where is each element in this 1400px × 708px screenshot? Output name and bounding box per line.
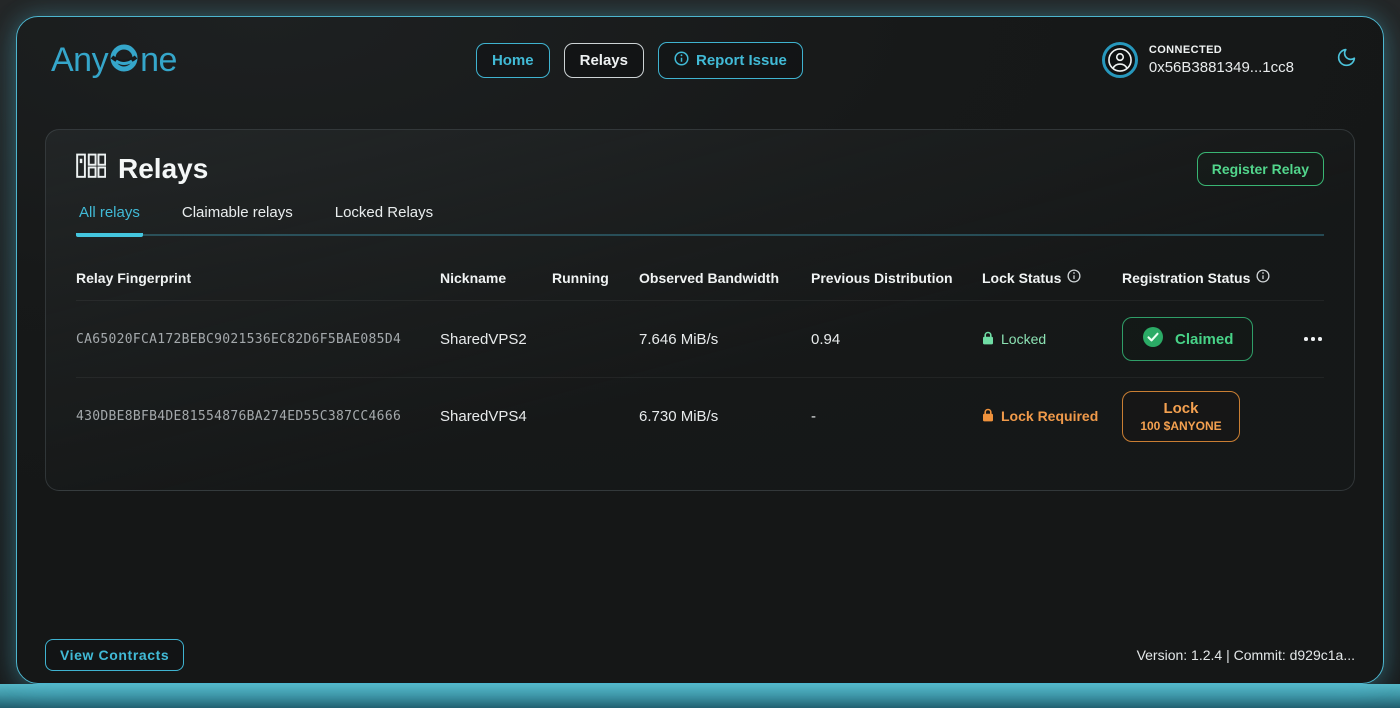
lock-status: Locked — [982, 331, 1122, 348]
window-footer: View Contracts Version: 1.2.4 | Commit: … — [45, 639, 1355, 671]
check-circle-icon — [1142, 326, 1164, 352]
relay-grid-icon — [76, 153, 106, 186]
info-circle-icon — [674, 51, 689, 70]
relay-nickname: SharedVPS2 — [440, 331, 552, 348]
claimed-button[interactable]: Claimed — [1122, 317, 1253, 361]
claimed-label: Claimed — [1175, 331, 1233, 348]
registration-status-cell: Lock 100 $ANYONE — [1122, 391, 1302, 442]
nav-report-issue-label: Report Issue — [696, 52, 787, 69]
wallet-connection[interactable]: CONNECTED 0x56B3881349...1cc8 — [1102, 42, 1294, 78]
lock-button-label: Lock — [1163, 400, 1198, 417]
table-row: 430DBE8BFB4DE81554876BA274ED55C387CC4666… — [76, 377, 1324, 454]
info-circle-icon[interactable] — [1067, 269, 1081, 286]
col-header-running: Running — [552, 270, 639, 286]
view-contracts-button[interactable]: View Contracts — [45, 639, 184, 671]
table-row: CA65020FCA172BEBC9021536EC82D6F5BAE085D4… — [76, 300, 1324, 377]
tab-locked-relays[interactable]: Locked Relays — [332, 204, 436, 234]
wallet-group: CONNECTED 0x56B3881349...1cc8 — [1102, 42, 1357, 78]
nav-relays-button[interactable]: Relays — [564, 43, 644, 78]
padlock-icon — [982, 408, 994, 425]
nav-relays-label: Relays — [580, 52, 628, 69]
relay-nickname: SharedVPS4 — [440, 408, 552, 425]
relay-fingerprint: 430DBE8BFB4DE81554876BA274ED55C387CC4666 — [76, 409, 440, 424]
logo-text-left: Any — [51, 41, 108, 80]
top-bar: Any ne Home Relays — [17, 17, 1383, 103]
user-avatar-icon[interactable] — [1102, 42, 1138, 78]
info-circle-icon[interactable] — [1256, 269, 1270, 286]
relay-tabs: All relays Claimable relays Locked Relay… — [76, 204, 1324, 236]
moon-icon — [1336, 47, 1357, 73]
lock-status-label: Lock Required — [1001, 408, 1098, 424]
panel-title-label: Relays — [118, 153, 208, 185]
wallet-status-label: CONNECTED — [1149, 44, 1294, 56]
wallet-address: 0x56B3881349...1cc8 — [1149, 59, 1294, 76]
anyone-logo: Any ne — [51, 39, 177, 82]
col-header-registration-status: Registration Status — [1122, 269, 1302, 286]
running-status-dot — [552, 330, 639, 348]
logo-text-right: ne — [140, 41, 177, 80]
nav-home-label: Home — [492, 52, 534, 69]
wallet-text: CONNECTED 0x56B3881349...1cc8 — [1149, 44, 1294, 76]
ellipsis-icon[interactable] — [1302, 331, 1324, 347]
tab-all-relays[interactable]: All relays — [76, 204, 143, 237]
lock-status-label: Locked — [1001, 331, 1046, 347]
panel-title: Relays — [76, 153, 208, 186]
relay-fingerprint: CA65020FCA172BEBC9021536EC82D6F5BAE085D4 — [76, 332, 440, 347]
observed-bandwidth: 6.730 MiB/s — [639, 408, 811, 425]
running-status-dot — [552, 407, 639, 425]
main-nav: Home Relays Report Issue — [476, 42, 803, 79]
col-header-bandwidth: Observed Bandwidth — [639, 270, 811, 286]
col-header-lock-status: Lock Status — [982, 269, 1122, 286]
tab-claimable-relays[interactable]: Claimable relays — [179, 204, 296, 234]
col-header-nickname: Nickname — [440, 270, 552, 286]
lock-button-amount: 100 $ANYONE — [1140, 419, 1221, 433]
previous-distribution: - — [811, 408, 982, 425]
theme-toggle-button[interactable] — [1336, 47, 1357, 73]
table-header-row: Relay Fingerprint Nickname Running Obser… — [76, 236, 1324, 300]
padlock-icon — [982, 331, 994, 348]
lock-relay-button[interactable]: Lock 100 $ANYONE — [1122, 391, 1240, 442]
registration-status-header-label: Registration Status — [1122, 270, 1250, 286]
col-header-previous-distribution: Previous Distribution — [811, 270, 982, 286]
bottom-glow — [0, 684, 1400, 708]
previous-distribution: 0.94 — [811, 331, 982, 348]
nav-home-button[interactable]: Home — [476, 43, 550, 78]
registration-status-cell: Claimed — [1122, 317, 1302, 361]
app-window: Any ne Home Relays — [16, 16, 1384, 684]
relays-panel: Relays Register Relay All relays Claimab… — [45, 129, 1355, 491]
nav-report-issue-button[interactable]: Report Issue — [658, 42, 803, 79]
anyone-ring-icon — [109, 43, 139, 82]
row-menu-cell — [1302, 331, 1324, 347]
version-text: Version: 1.2.4 | Commit: d929c1a... — [1137, 647, 1355, 663]
panel-header: Relays Register Relay — [76, 152, 1324, 186]
observed-bandwidth: 7.646 MiB/s — [639, 331, 811, 348]
col-header-fingerprint: Relay Fingerprint — [76, 270, 440, 286]
lock-status-header-label: Lock Status — [982, 270, 1061, 286]
register-relay-button[interactable]: Register Relay — [1197, 152, 1324, 186]
lock-status: Lock Required — [982, 408, 1122, 425]
